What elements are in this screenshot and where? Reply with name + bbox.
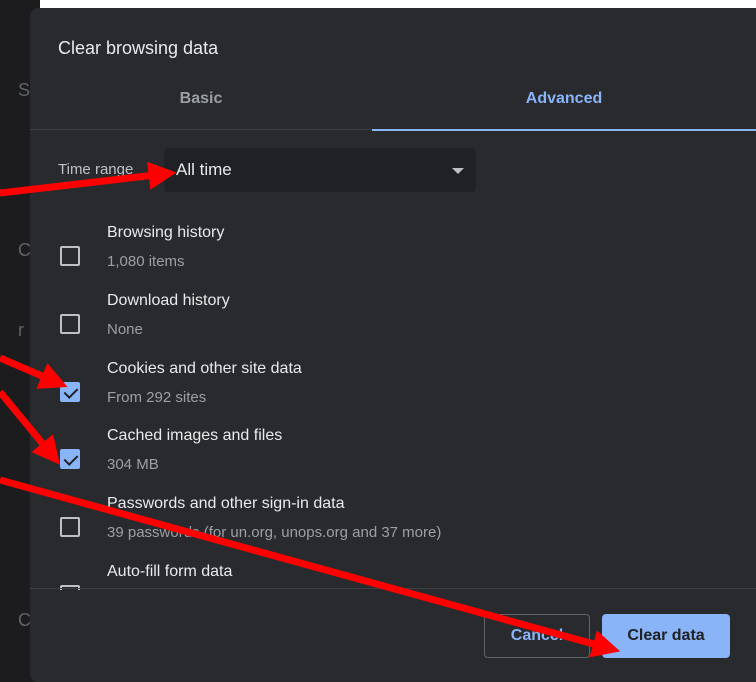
option-browsing-history[interactable]: Browsing history 1,080 items (30, 224, 756, 284)
option-detail: 39 passwords (for un.org, unops.org and … (107, 524, 442, 541)
dialog-title: Clear browsing data (58, 38, 219, 58)
option-label: Auto-fill form data (107, 563, 233, 580)
background-glyph: r (18, 320, 24, 340)
cancel-button[interactable]: Cancel (484, 614, 590, 658)
clear-data-button[interactable]: Clear data (602, 614, 730, 658)
download-history-checkbox[interactable] (60, 314, 80, 334)
chevron-down-icon (452, 168, 464, 174)
cached-images-checkbox[interactable] (60, 449, 80, 469)
option-label: Download history (107, 292, 230, 309)
passwords-checkbox[interactable] (60, 517, 80, 537)
data-type-options: Browsing history 1,080 items Download hi… (30, 208, 756, 590)
footer-divider (30, 588, 756, 589)
option-detail: From 292 sites (107, 389, 207, 406)
option-download-history[interactable]: Download history None (30, 292, 756, 352)
clear-browsing-data-dialog: Clear browsing data Basic Advanced Time … (30, 8, 756, 682)
time-range-select[interactable]: All time (164, 148, 476, 192)
option-label: Browsing history (107, 224, 225, 241)
option-cached-images[interactable]: Cached images and files 304 MB (30, 427, 756, 487)
tab-bar: Basic Advanced (30, 84, 756, 131)
option-label: Passwords and other sign-in data (107, 495, 345, 512)
option-detail: 304 MB (107, 456, 159, 473)
tab-advanced[interactable]: Advanced (372, 84, 756, 131)
option-passwords[interactable]: Passwords and other sign-in data 39 pass… (30, 495, 756, 555)
background-glyph: S (18, 80, 31, 100)
time-range-row: Time range All time (58, 148, 478, 192)
option-detail: 1,080 items (107, 253, 185, 270)
tab-basic[interactable]: Basic (30, 84, 372, 130)
option-label: Cached images and files (107, 427, 283, 444)
option-detail: None (107, 321, 143, 338)
option-autofill[interactable]: Auto-fill form data (30, 563, 756, 590)
time-range-value: All time (176, 160, 232, 179)
cookies-checkbox[interactable] (60, 382, 80, 402)
option-cookies[interactable]: Cookies and other site data From 292 sit… (30, 360, 756, 420)
browsing-history-checkbox[interactable] (60, 246, 80, 266)
time-range-label: Time range (58, 161, 134, 178)
option-label: Cookies and other site data (107, 360, 302, 377)
